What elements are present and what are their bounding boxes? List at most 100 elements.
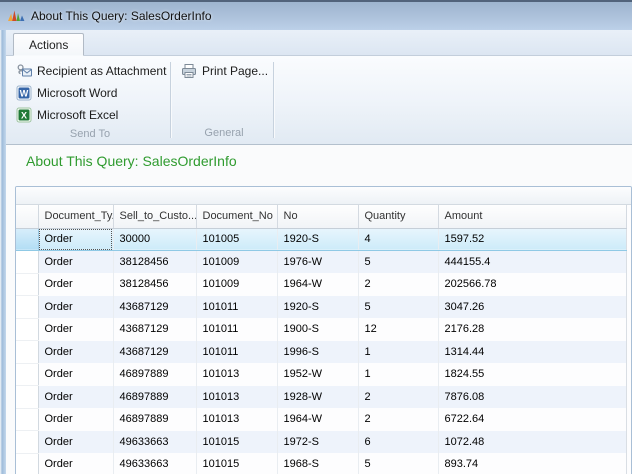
table-row[interactable]: Order468978891010131952-W11824.55 (16, 363, 626, 386)
cell[interactable]: 101013 (196, 363, 277, 386)
cell[interactable]: 101009 (196, 273, 277, 296)
column-header[interactable]: No (277, 205, 358, 228)
titlebar[interactable]: About This Query: SalesOrderInfo (0, 2, 632, 30)
row-selector[interactable] (16, 251, 38, 274)
cell[interactable]: 1996-S (277, 341, 358, 364)
cell[interactable]: Order (38, 273, 113, 296)
cell[interactable]: 202566.78 (438, 273, 626, 296)
cell[interactable]: Order (38, 251, 113, 274)
cell[interactable]: 101011 (196, 296, 277, 319)
row-selector[interactable] (16, 273, 38, 296)
cell[interactable]: Order (38, 341, 113, 364)
row-selector[interactable] (16, 296, 38, 319)
table-row[interactable]: Order381284561010091976-W5444155.4 (16, 251, 626, 274)
column-header[interactable]: Document_No (196, 205, 277, 228)
cell[interactable]: 1952-W (277, 363, 358, 386)
cell[interactable]: 7876.08 (438, 386, 626, 409)
table-row[interactable]: Order496336631010151968-S5893.74 (16, 453, 626, 474)
row-selector[interactable] (16, 341, 38, 364)
cell[interactable]: 2176.28 (438, 318, 626, 341)
tab-actions[interactable]: Actions (13, 33, 84, 56)
cell[interactable]: 6 (358, 431, 438, 454)
cell[interactable]: 444155.4 (438, 251, 626, 274)
cell[interactable]: 43687129 (113, 296, 196, 319)
cell[interactable]: 101011 (196, 341, 277, 364)
row-selector[interactable] (16, 453, 38, 474)
cell[interactable]: 30000 (113, 228, 196, 251)
cell[interactable]: Order (38, 318, 113, 341)
cell[interactable]: Order (38, 386, 113, 409)
cell[interactable]: 49633663 (113, 431, 196, 454)
row-selector[interactable] (16, 318, 38, 341)
cell[interactable]: 43687129 (113, 318, 196, 341)
column-header[interactable]: Document_Ty... (38, 205, 113, 228)
cell[interactable]: 1920-S (277, 228, 358, 251)
cell[interactable]: 2 (358, 386, 438, 409)
table-row[interactable]: Order300001010051920-S41597.52 (16, 228, 626, 251)
table-row[interactable]: Order496336631010151972-S61072.48 (16, 431, 626, 454)
print-page-button[interactable]: Print Page... (179, 60, 269, 82)
table-row[interactable]: Order436871291010111900-S122176.28 (16, 318, 626, 341)
cell[interactable]: 1964-W (277, 273, 358, 296)
row-selector[interactable] (16, 408, 38, 431)
cell[interactable]: 46897889 (113, 363, 196, 386)
cell[interactable]: 3047.26 (438, 296, 626, 319)
cell[interactable]: 5 (358, 251, 438, 274)
cell[interactable]: 101013 (196, 408, 277, 431)
cell[interactable]: 1900-S (277, 318, 358, 341)
table-row[interactable]: Order436871291010111996-S11314.44 (16, 341, 626, 364)
cell[interactable]: 1314.44 (438, 341, 626, 364)
cell[interactable]: 101009 (196, 251, 277, 274)
cell[interactable]: Order (38, 228, 113, 251)
cell[interactable]: 1 (358, 363, 438, 386)
cell[interactable]: 1824.55 (438, 363, 626, 386)
microsoft-word-button[interactable]: W Microsoft Word (14, 82, 166, 104)
cell[interactable]: 1976-W (277, 251, 358, 274)
row-selector[interactable] (16, 228, 38, 251)
cell[interactable]: 1920-S (277, 296, 358, 319)
row-selector[interactable] (16, 386, 38, 409)
cell[interactable]: 2 (358, 273, 438, 296)
cell[interactable]: 101013 (196, 386, 277, 409)
cell[interactable]: 49633663 (113, 453, 196, 474)
table-row[interactable]: Order436871291010111920-S53047.26 (16, 296, 626, 319)
cell[interactable]: 46897889 (113, 386, 196, 409)
row-selector[interactable] (16, 363, 38, 386)
cell[interactable]: 38128456 (113, 273, 196, 296)
cell[interactable]: Order (38, 296, 113, 319)
cell[interactable]: Order (38, 453, 113, 474)
cell[interactable]: 6722.64 (438, 408, 626, 431)
cell[interactable]: 1928-W (277, 386, 358, 409)
cell[interactable]: 43687129 (113, 341, 196, 364)
cell[interactable]: 1968-S (277, 453, 358, 474)
cell[interactable]: 1 (358, 341, 438, 364)
column-header[interactable]: Amount (438, 205, 626, 228)
cell[interactable]: 101015 (196, 453, 277, 474)
cell[interactable]: 2 (358, 408, 438, 431)
row-selector[interactable] (16, 431, 38, 454)
cell[interactable]: 1972-S (277, 431, 358, 454)
cell[interactable]: 1964-W (277, 408, 358, 431)
cell[interactable]: Order (38, 363, 113, 386)
column-header[interactable]: Sell_to_Custo... (113, 205, 196, 228)
cell[interactable]: 46897889 (113, 408, 196, 431)
cell[interactable]: 1072.48 (438, 431, 626, 454)
table-row[interactable]: Order381284561010091964-W2202566.78 (16, 273, 626, 296)
microsoft-excel-button[interactable]: X Microsoft Excel (14, 104, 166, 126)
cell[interactable]: 101011 (196, 318, 277, 341)
table-row[interactable]: Order468978891010131928-W27876.08 (16, 386, 626, 409)
cell[interactable]: 101005 (196, 228, 277, 251)
cell[interactable]: Order (38, 408, 113, 431)
cell[interactable]: 893.74 (438, 453, 626, 474)
select-all-header[interactable] (16, 205, 38, 228)
column-header[interactable]: Quantity (358, 205, 438, 228)
cell[interactable]: 101015 (196, 431, 277, 454)
table-row[interactable]: Order468978891010131964-W26722.64 (16, 408, 626, 431)
recipient-as-attachment-button[interactable]: Recipient as Attachment (14, 60, 166, 82)
cell[interactable]: 5 (358, 453, 438, 474)
cell[interactable]: 12 (358, 318, 438, 341)
cell[interactable]: 1597.52 (438, 228, 626, 251)
cell[interactable]: 38128456 (113, 251, 196, 274)
cell[interactable]: 4 (358, 228, 438, 251)
cell[interactable]: 5 (358, 296, 438, 319)
